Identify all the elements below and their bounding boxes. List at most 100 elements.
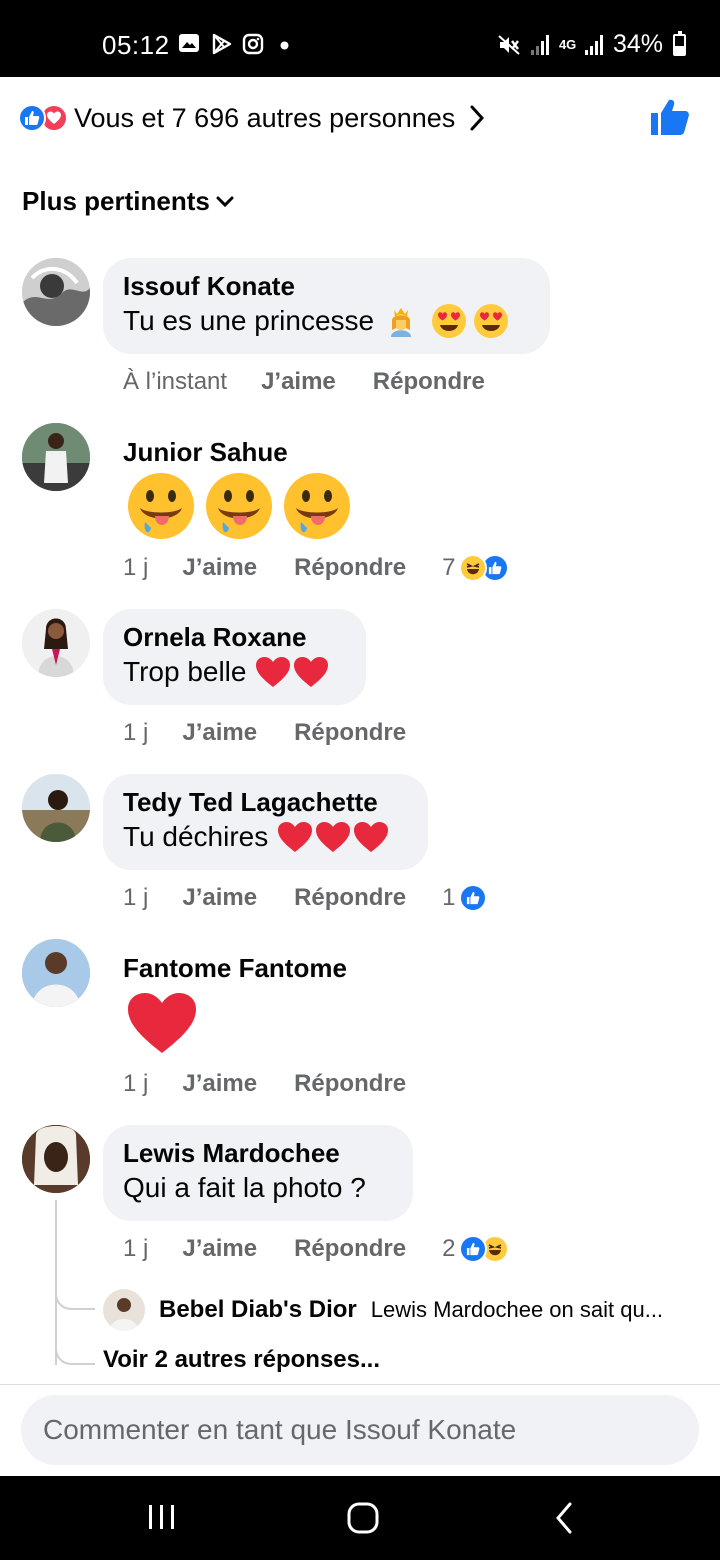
like-comment-button[interactable]: J’aime: [261, 368, 336, 396]
comment-bubble[interactable]: Issouf Konate Tu es une princesse: [103, 258, 550, 354]
heart-emoji: [128, 993, 196, 1053]
comment-bubble[interactable]: Lewis Mardochee Qui a fait la photo ?: [103, 1125, 413, 1221]
comment-actions: 1 j J’aime Répondre 1: [123, 884, 488, 912]
heart-eyes-emoji: [432, 304, 467, 338]
comment-actions: 1 j J’aime Répondre: [123, 1070, 406, 1098]
network-type: 4G: [558, 37, 577, 52]
reply-text: Lewis Mardochee on sait qu...: [370, 1297, 664, 1322]
status-time: 05:12: [102, 30, 170, 60]
reactions-summary[interactable]: Vous et 7 696 autres personnes: [18, 96, 690, 140]
like-icon: [18, 104, 46, 132]
chevron-down-icon: [216, 196, 234, 207]
comment-actions: 1 j J’aime Répondre 2: [123, 1235, 510, 1263]
avatar[interactable]: [103, 1289, 145, 1331]
heart-emoji: [278, 822, 313, 852]
like-comment-button[interactable]: J’aime: [182, 554, 257, 582]
comment-input[interactable]: [21, 1395, 699, 1465]
like-comment-button[interactable]: J’aime: [182, 1070, 257, 1098]
play-store-icon: [212, 33, 232, 55]
comment-author[interactable]: Lewis Mardochee: [123, 1137, 393, 1169]
comment-author[interactable]: Fantome Fantome: [123, 952, 347, 984]
heart-emoji: [256, 657, 291, 687]
back-icon[interactable]: [553, 1500, 575, 1536]
comment-actions: 1 j J’aime Répondre: [123, 719, 406, 747]
reaction-count-number: 1: [442, 884, 456, 911]
reaction-count[interactable]: 2: [442, 1235, 510, 1263]
comment-text: Trop belle: [123, 653, 346, 691]
comment-content[interactable]: Fantome Fantome: [123, 952, 347, 984]
reply-author[interactable]: Bebel Diab's Dior: [159, 1296, 357, 1324]
instagram-icon: [242, 33, 264, 55]
battery-icon: [673, 30, 686, 56]
like-button[interactable]: [650, 98, 690, 136]
comment-bubble[interactable]: Tedy Ted Lagachette Tu déchires: [103, 774, 428, 870]
navigation-bar: [0, 1476, 720, 1560]
battery-percent: 34%: [612, 30, 663, 58]
thread-connector: [55, 1335, 95, 1365]
mute-icon: [498, 34, 520, 55]
reply-button[interactable]: Répondre: [294, 1070, 406, 1098]
home-icon[interactable]: [345, 1500, 381, 1536]
princess-emoji: [391, 308, 412, 337]
avatar[interactable]: [22, 423, 90, 491]
drooling-face-emoji: [128, 473, 194, 539]
heart-emoji: [354, 822, 389, 852]
comment-time: 1 j: [123, 1070, 149, 1097]
chevron-right-icon: [470, 105, 485, 131]
status-indicators: 4G 34%: [497, 30, 686, 59]
comment-time: 1 j: [123, 719, 149, 746]
reply-preview[interactable]: Bebel Diab's Dior Lewis Mardochee on sai…: [103, 1289, 713, 1331]
comment-author[interactable]: Ornela Roxane: [123, 621, 346, 653]
avatar[interactable]: [22, 939, 90, 1007]
view-more-replies-link[interactable]: Voir 2 autres réponses...: [103, 1346, 380, 1374]
status-bar: 05:12 4G 34%: [0, 0, 720, 77]
comment-text: Tu es une princesse: [123, 302, 530, 340]
comment-bubble[interactable]: Ornela Roxane Trop belle: [103, 609, 366, 705]
comment-body: Tu déchires: [123, 821, 269, 852]
comment-content[interactable]: Junior Sahue: [123, 436, 288, 468]
comment-text: Tu déchires: [123, 818, 408, 856]
comment-time: 1 j: [123, 554, 149, 581]
reaction-count[interactable]: 7: [442, 554, 510, 582]
divider: [0, 1384, 720, 1385]
reply-button[interactable]: Répondre: [373, 368, 485, 396]
comment-author[interactable]: Tedy Ted Lagachette: [123, 786, 408, 818]
reply-button[interactable]: Répondre: [294, 554, 406, 582]
avatar[interactable]: [22, 258, 90, 326]
heart-emoji: [294, 657, 329, 687]
reaction-count-number: 2: [442, 1235, 456, 1262]
reaction-count-number: 7: [442, 554, 456, 581]
like-comment-button[interactable]: J’aime: [182, 1235, 257, 1263]
like-comment-button[interactable]: J’aime: [182, 719, 257, 747]
reactions-summary-text: Vous et 7 696 autres personnes: [74, 102, 456, 133]
haha-icon: [459, 554, 488, 582]
comment-body: Trop belle: [123, 656, 247, 687]
comment-actions: À l’instant J’aime Répondre: [123, 368, 485, 396]
signal-icon-2: [584, 34, 603, 55]
like-icon: [459, 1235, 488, 1263]
recent-apps-icon[interactable]: [146, 1500, 178, 1534]
reply-button[interactable]: Répondre: [294, 1235, 406, 1263]
comment-body: Qui a fait la photo ?: [123, 1172, 366, 1203]
comment-time: 1 j: [123, 884, 149, 911]
comment-author[interactable]: Issouf Konate: [123, 270, 530, 302]
heart-emoji: [316, 822, 351, 852]
reaction-count[interactable]: 1: [442, 884, 488, 912]
drooling-face-emoji: [206, 473, 272, 539]
comment-time: À l’instant: [123, 368, 228, 395]
like-comment-button[interactable]: J’aime: [182, 884, 257, 912]
avatar[interactable]: [22, 1125, 90, 1193]
avatar[interactable]: [22, 609, 90, 677]
comment-author[interactable]: Junior Sahue: [123, 436, 288, 468]
sort-dropdown[interactable]: Plus pertinents: [22, 186, 234, 217]
thread-connector: [55, 1280, 95, 1310]
reply-button[interactable]: Répondre: [294, 884, 406, 912]
comment-text: Qui a fait la photo ?: [123, 1169, 393, 1207]
emoji-only-comment: [125, 470, 353, 542]
reply-button[interactable]: Répondre: [294, 719, 406, 747]
comment-body: Tu es une princesse: [123, 305, 375, 336]
like-icon: [459, 884, 488, 912]
signal-icon: [530, 34, 549, 55]
comment-time: 1 j: [123, 1235, 149, 1262]
avatar[interactable]: [22, 774, 90, 842]
